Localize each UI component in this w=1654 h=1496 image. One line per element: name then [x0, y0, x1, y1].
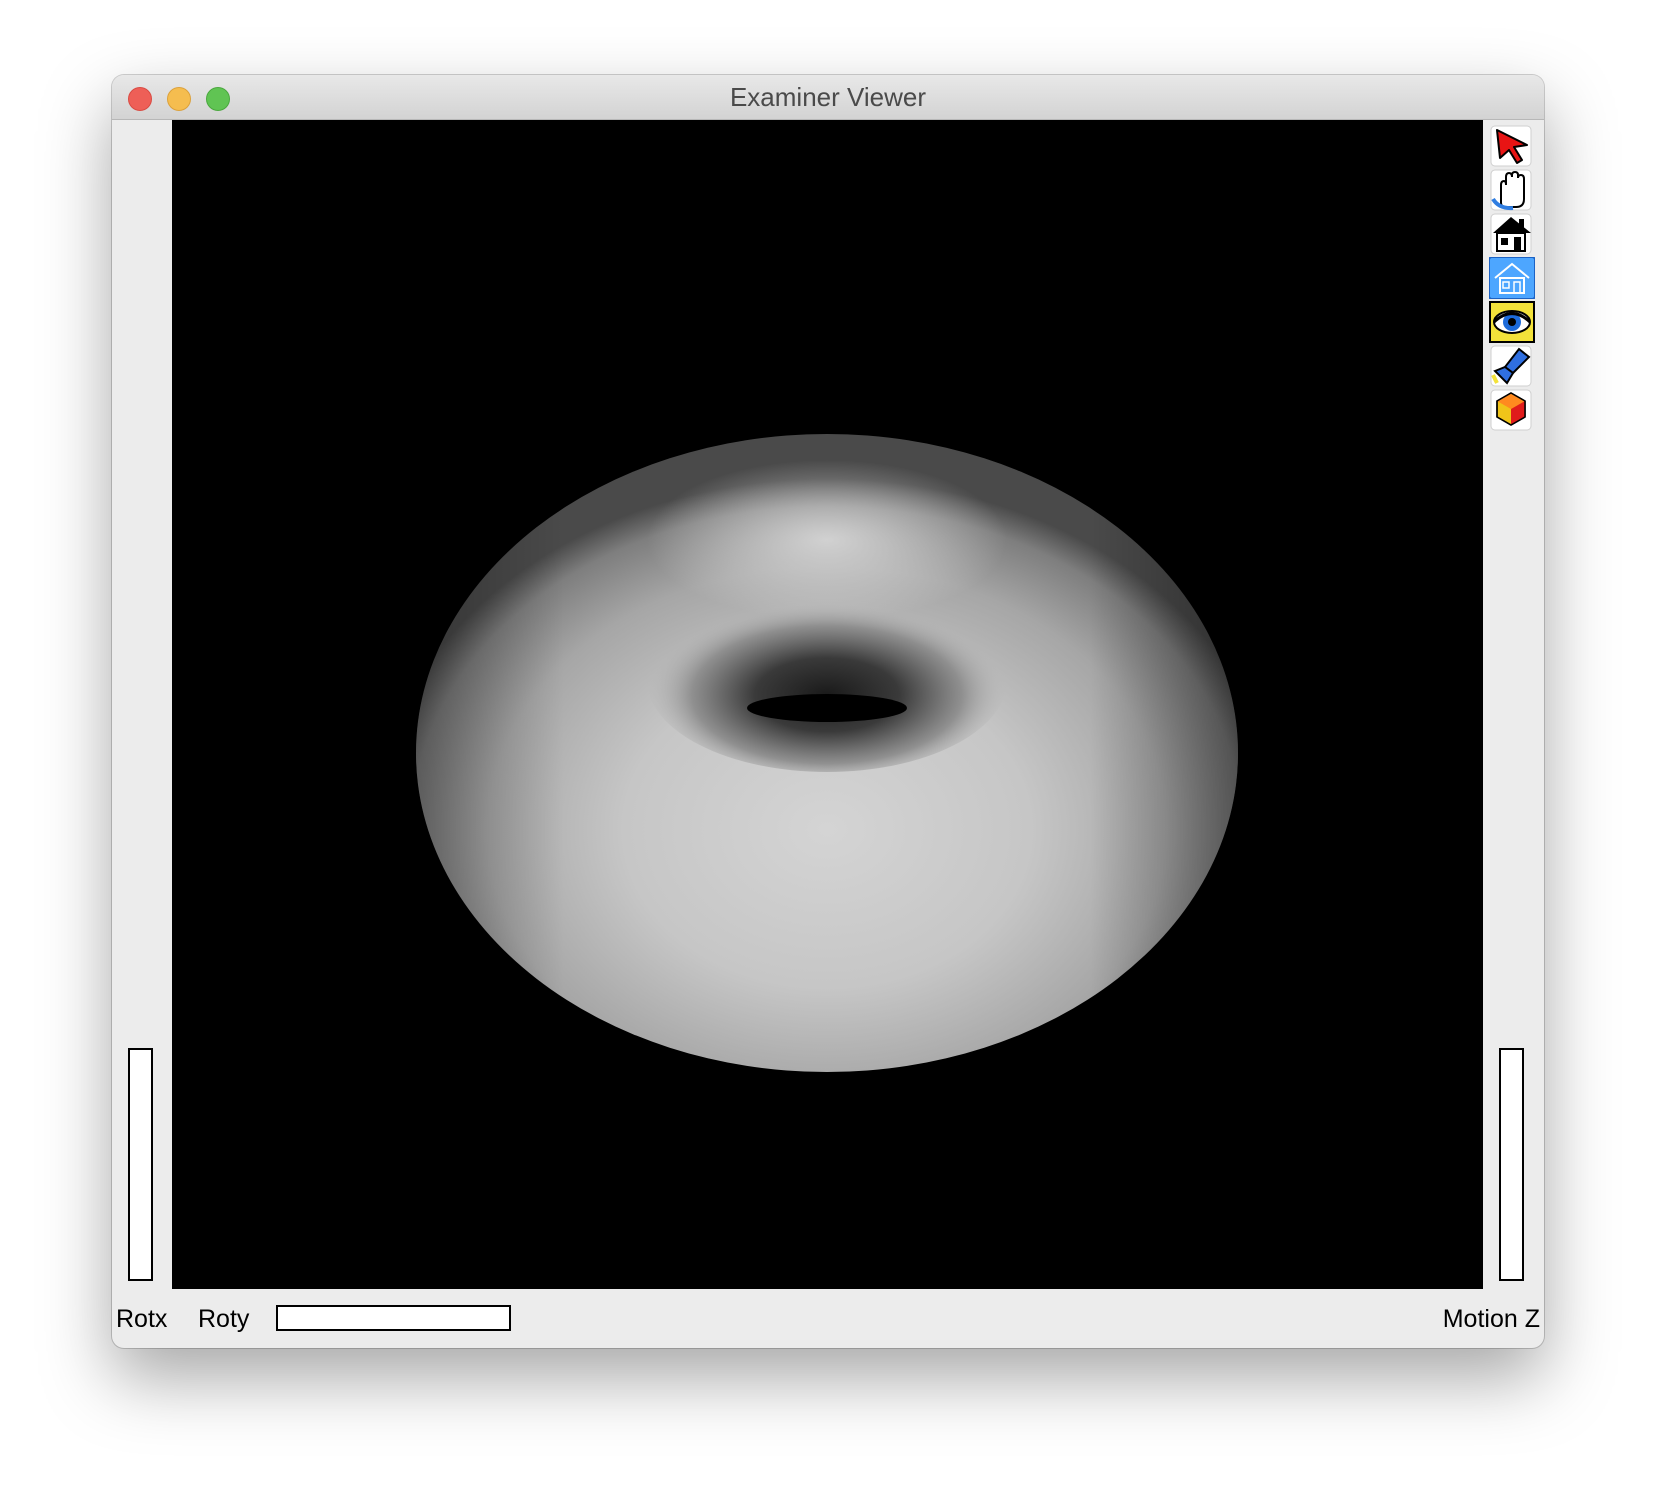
title-bar[interactable]: Examiner Viewer — [112, 75, 1544, 120]
motion-z-thumbwheel[interactable] — [1499, 1048, 1524, 1281]
home-icon[interactable] — [1489, 213, 1535, 255]
examiner-viewer-window: Examiner Viewer Rotx Roty Motion Z — [112, 75, 1544, 1348]
select-arrow-icon[interactable] — [1489, 125, 1535, 167]
rotx-label: Rotx — [116, 1305, 168, 1333]
torus-render — [416, 434, 1238, 1072]
window-title: Examiner Viewer — [729, 82, 927, 112]
view-all-icon[interactable] — [1489, 301, 1535, 343]
roty-label: Roty — [198, 1305, 250, 1333]
3d-viewport[interactable] — [172, 120, 1483, 1289]
roty-thumbwheel[interactable] — [276, 1305, 511, 1331]
rotx-thumbwheel[interactable] — [128, 1048, 153, 1281]
set-home-icon[interactable] — [1489, 257, 1535, 299]
motion-z-label: Motion Z — [1442, 1305, 1540, 1333]
projection-cube-icon[interactable] — [1489, 389, 1535, 431]
seek-flashlight-icon[interactable] — [1489, 345, 1535, 387]
hand-view-icon[interactable] — [1489, 169, 1535, 211]
